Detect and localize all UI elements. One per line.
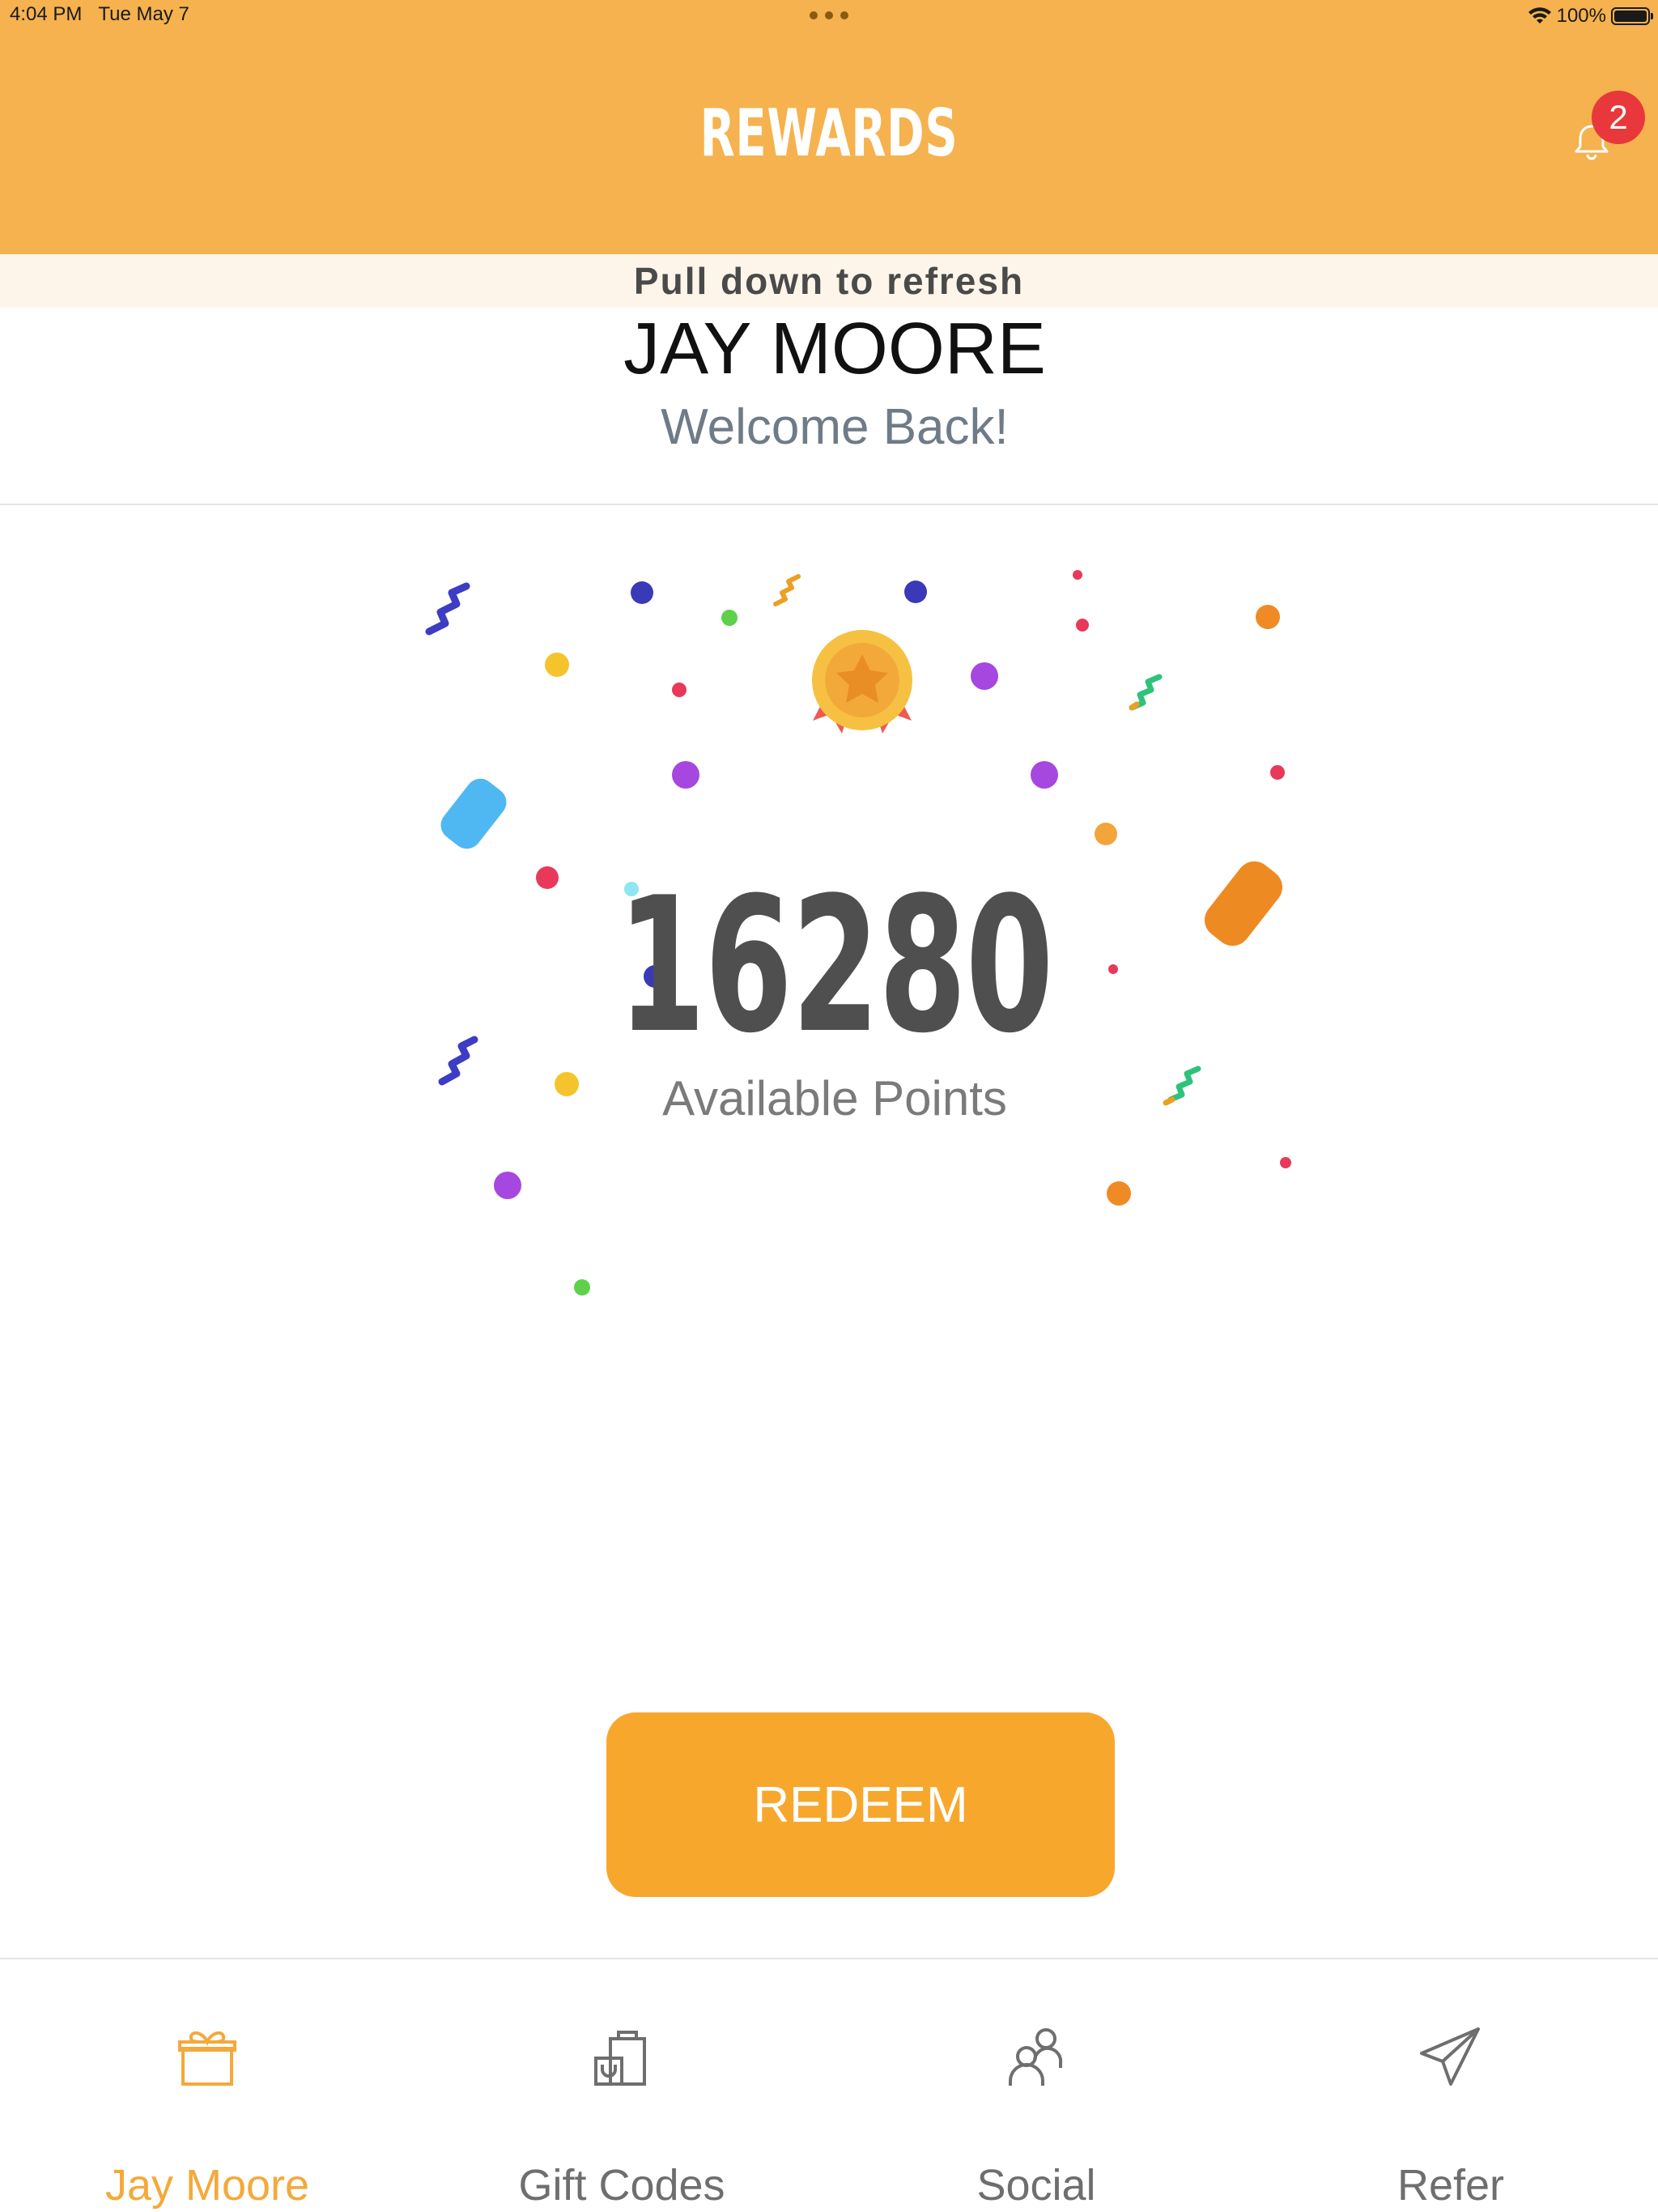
tab-bar: Jay Moore Gift Codes Social Refer [0,1959,1658,2212]
status-time: 4:04 PM [10,3,83,25]
user-name: JAY MOORE [623,308,1046,389]
gift-icon [178,2031,236,2086]
status-date: Tue May 7 [98,3,189,25]
tab-refer[interactable]: Refer [1244,1959,1658,2212]
shopping-bag-icon [594,2031,646,2086]
tab-social[interactable]: Social [829,1959,1244,2212]
paper-plane-icon [1420,2027,1480,2086]
refresh-hint: Pull down to refresh [0,254,1658,308]
wifi-icon [1528,7,1551,23]
points-value: 16280 [617,858,1054,1074]
multitasking-dots-icon[interactable] [810,3,848,28]
status-bar-time: 4:04 PM Tue May 7 [10,3,189,26]
medal-icon [812,630,912,734]
page-title: REWARDS [699,96,959,171]
notification-badge[interactable]: 2 [1592,91,1645,144]
tab-label: Jay Moore [104,2161,310,2210]
tab-label: Gift Codes [518,2161,725,2210]
users-icon [1009,2028,1063,2086]
tab-jay-moore[interactable]: Jay Moore [0,1959,414,2212]
welcome-message: Welcome Back! [661,399,1009,455]
refresh-hint-text: Pull down to refresh [633,260,1025,302]
app-header: 4:04 PM Tue May 7 100% REWARDS 2 [0,0,1658,254]
divider [0,504,1658,505]
points-label: Available Points [662,1071,1007,1125]
battery-percent: 100% [1556,5,1606,27]
status-bar-right: 100% [1528,2,1653,31]
tab-label: Social [976,2161,1096,2210]
tab-label: Refer [1397,2161,1505,2210]
tab-gift-codes[interactable]: Gift Codes [414,1959,829,2212]
redeem-button[interactable]: REDEEM [606,1712,1115,1897]
battery-icon [1611,7,1653,25]
